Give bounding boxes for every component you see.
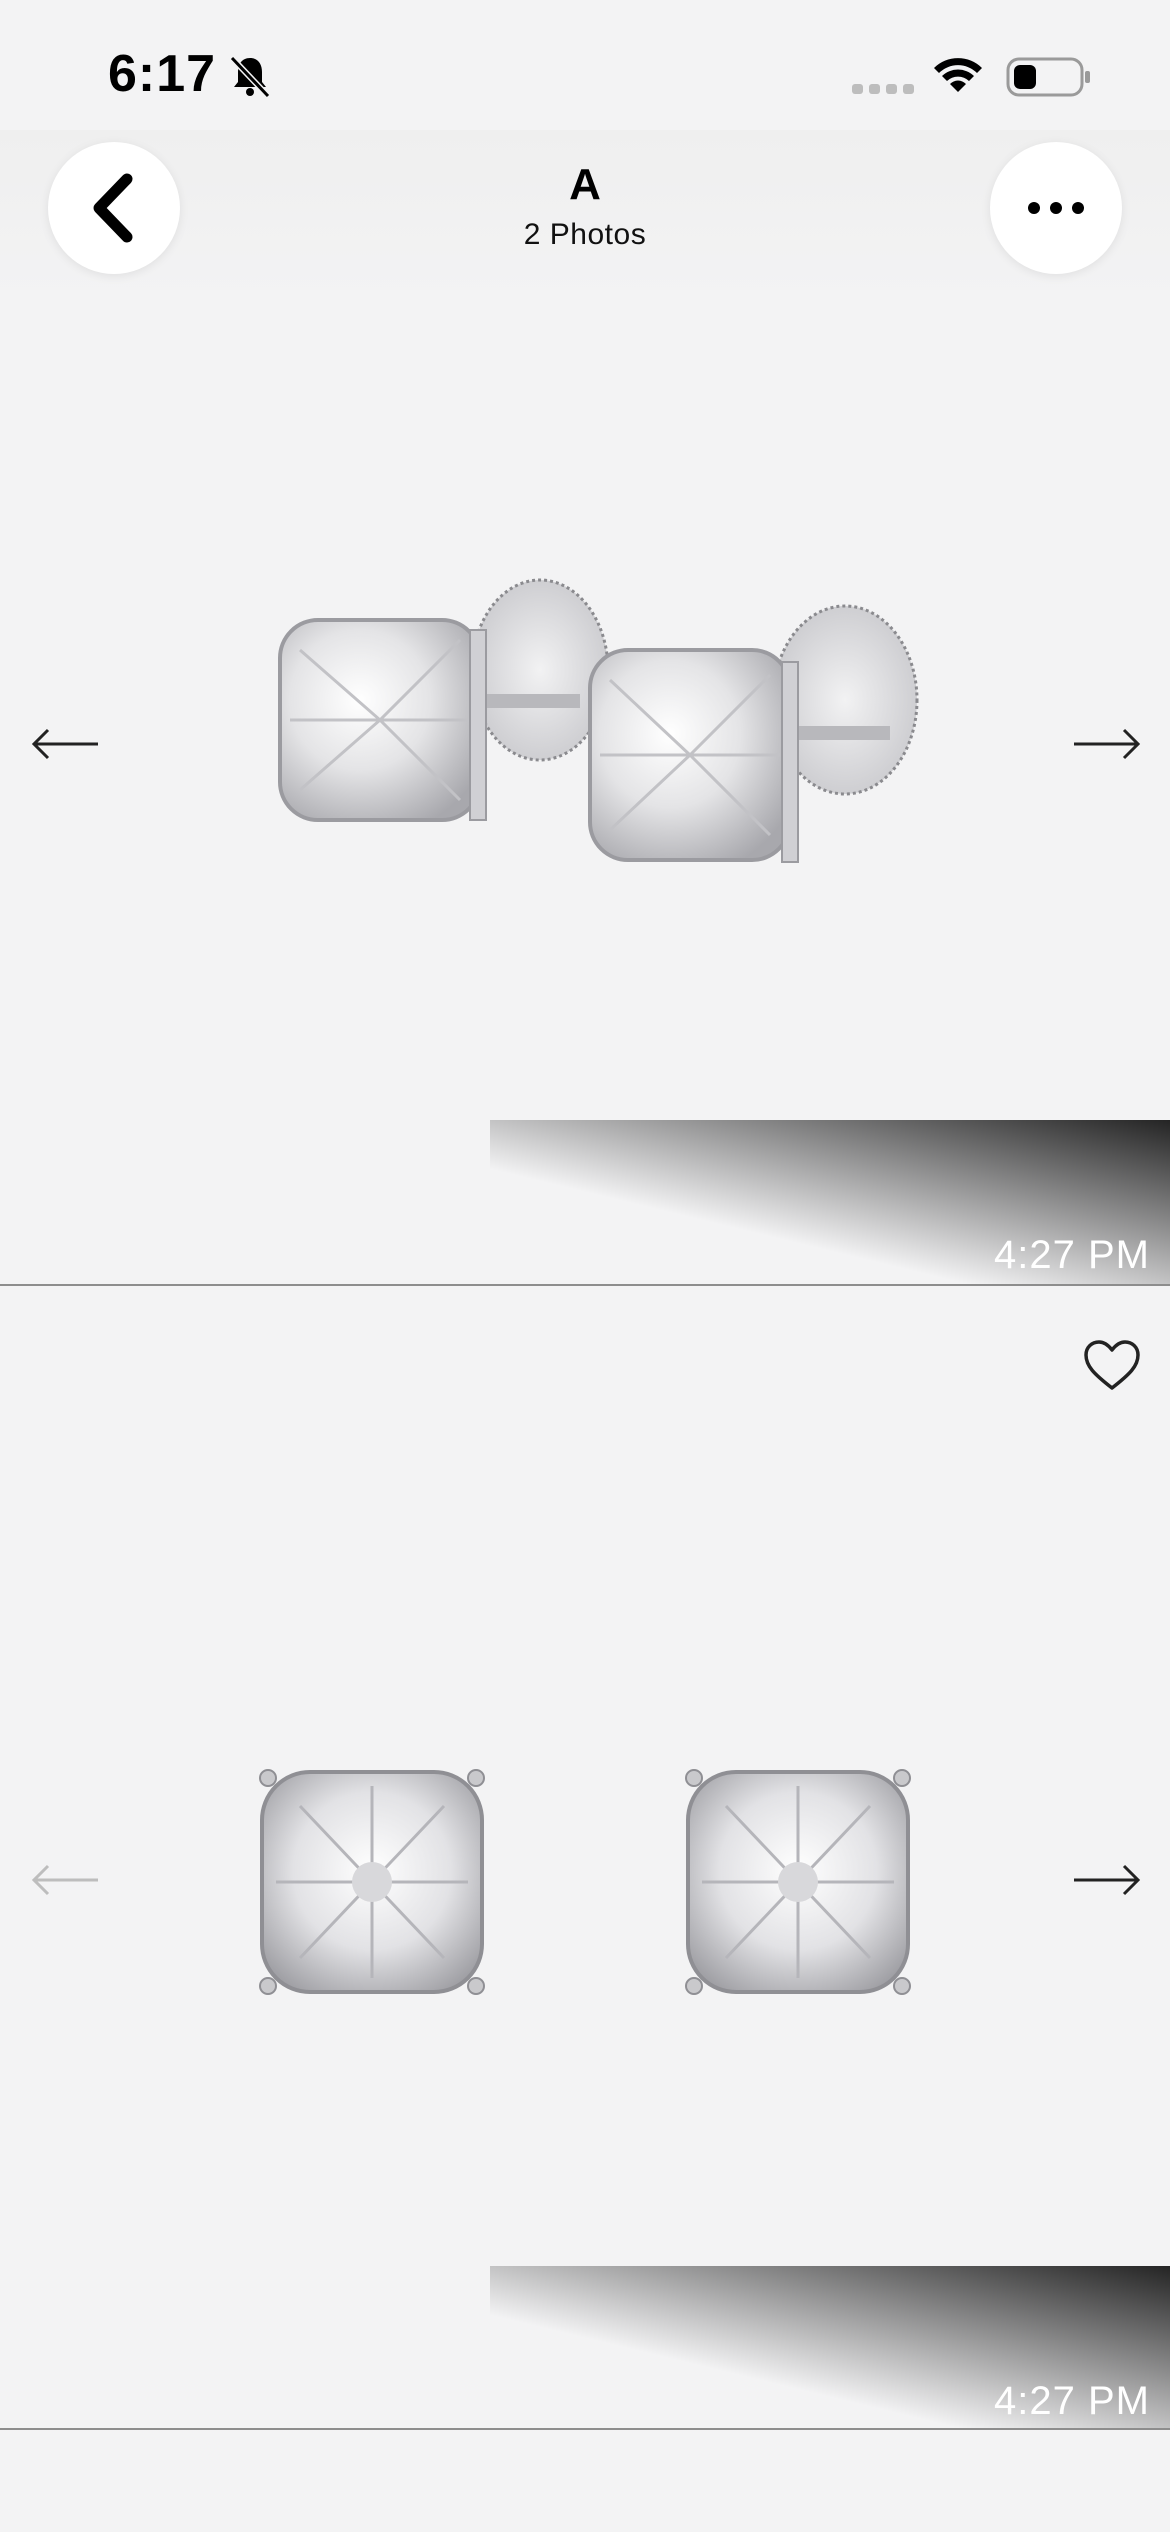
previous-arrow-icon-disabled[interactable] [30, 1860, 102, 1900]
earrings-side-view-image [278, 578, 1170, 1284]
ellipsis-icon [1028, 202, 1084, 214]
status-bar: 6:17 [0, 0, 1170, 150]
bell-slash-icon [229, 55, 271, 99]
battery-icon [1006, 57, 1090, 97]
heart-icon[interactable] [1082, 1338, 1142, 1392]
next-arrow-icon[interactable] [1070, 1860, 1142, 1900]
previous-arrow-icon[interactable] [30, 724, 102, 764]
photo-card-2[interactable]: 4:27 PM [0, 1286, 1170, 2430]
photo-card-1[interactable]: 4:27 PM [0, 290, 1170, 1284]
photo-timestamp: 4:27 PM [994, 2379, 1150, 2423]
status-time: 6:17 [108, 45, 217, 103]
wifi-icon [934, 58, 982, 92]
signal-icon [852, 84, 914, 94]
next-arrow-icon[interactable] [1070, 724, 1142, 764]
more-options-button[interactable] [990, 142, 1122, 274]
earrings-front-view-image [259, 1769, 1170, 2430]
photo-divider [0, 2428, 1170, 2430]
photo-timestamp: 4:27 PM [994, 1233, 1150, 1277]
